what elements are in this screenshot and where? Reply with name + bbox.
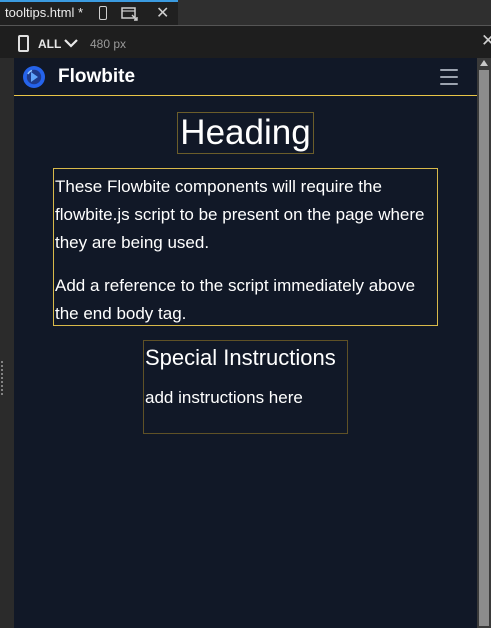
device-toolbar: ALL 480 px ✕	[0, 26, 491, 58]
panel-resize-handle[interactable]	[0, 360, 4, 396]
scroll-up-arrow-icon[interactable]	[480, 60, 488, 66]
mobile-icon[interactable]	[99, 6, 107, 20]
info-paragraph: Add a reference to the script immediatel…	[55, 276, 416, 323]
special-instructions-text: add instructions here	[145, 388, 303, 407]
brand-name[interactable]: Flowbite	[58, 66, 135, 88]
navbar: Flowbite	[14, 58, 477, 96]
device-icon[interactable]	[18, 35, 29, 52]
tab-tooltips-html[interactable]: tooltips.html * ✕	[0, 0, 178, 25]
vertical-scrollbar[interactable]	[477, 58, 491, 628]
editor-tab-strip: tooltips.html * ✕	[0, 0, 491, 25]
viewport-width-readout: 480 px	[90, 37, 127, 51]
special-instructions-title: Special Instructions	[145, 345, 336, 370]
chevron-down-icon[interactable]	[63, 35, 79, 49]
preview-viewport: Flowbite Heading These Flowbite componen…	[14, 58, 477, 628]
preview-icon[interactable]	[121, 6, 139, 22]
flowbite-logo-icon[interactable]	[23, 66, 45, 88]
special-instructions-box: Special Instructions add instructions he…	[143, 340, 348, 434]
close-icon[interactable]: ✕	[156, 3, 169, 22]
close-icon[interactable]: ✕	[481, 31, 491, 51]
info-text-box: These Flowbite components will require t…	[53, 168, 438, 326]
info-paragraph: These Flowbite components will require t…	[55, 177, 425, 252]
tab-title: tooltips.html *	[5, 5, 84, 20]
hamburger-menu-icon[interactable]	[440, 69, 458, 85]
scrollbar-thumb[interactable]	[479, 70, 489, 626]
device-selector-label[interactable]: ALL	[38, 37, 61, 51]
page-heading: Heading	[177, 112, 314, 154]
